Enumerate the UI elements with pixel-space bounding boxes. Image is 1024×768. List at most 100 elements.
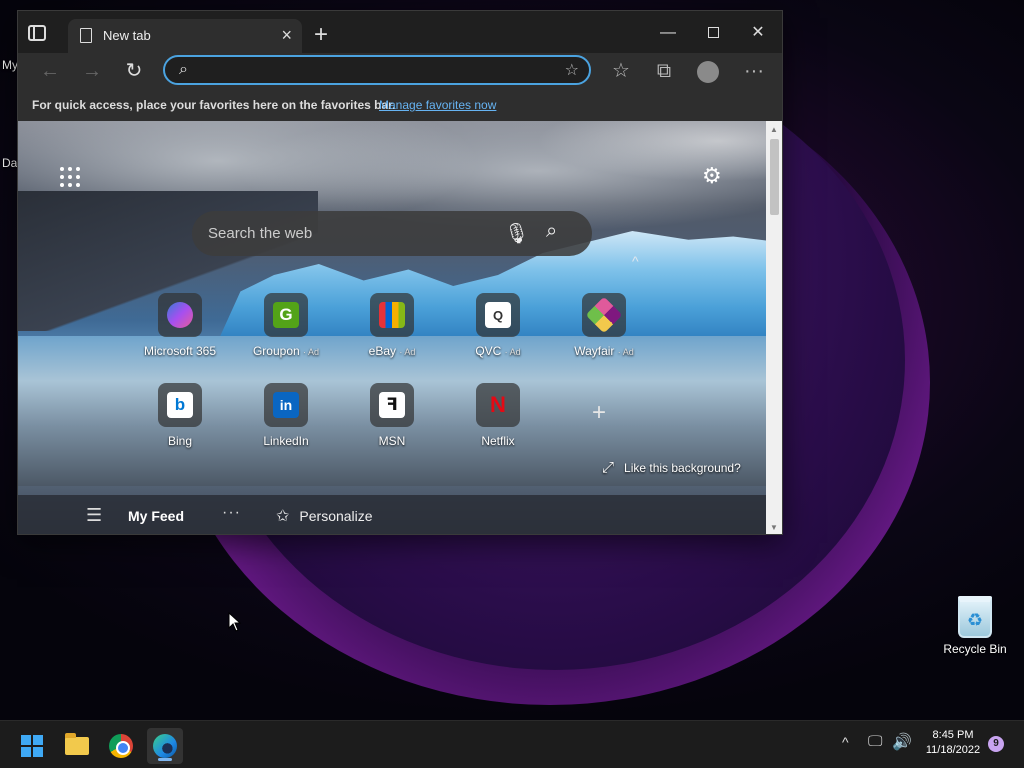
mouse-cursor	[228, 611, 242, 637]
quick-link-label: MSN	[378, 434, 406, 448]
quick-link-label: eBay	[368, 344, 396, 358]
clock-date: 11/18/2022	[925, 744, 981, 756]
tab-title: New tab	[103, 28, 151, 43]
like-background-link[interactable]: ⤢ Like this background?	[602, 459, 741, 476]
avatar	[697, 60, 719, 83]
feed-more-button[interactable]: ···	[222, 504, 241, 522]
close-tab-icon[interactable]: ×	[281, 25, 292, 46]
microsoft-365-icon	[167, 302, 193, 328]
quick-link-linkedin[interactable]: in LinkedIn	[236, 383, 336, 448]
chevron-up-icon[interactable]: ^	[632, 253, 639, 269]
page-icon	[80, 28, 92, 43]
network-icon[interactable]: 🖵	[868, 733, 882, 750]
groupon-icon: G	[273, 302, 299, 328]
microphone-icon[interactable]: 🎙	[504, 221, 529, 246]
quick-link-bing[interactable]: b Bing	[130, 383, 230, 448]
chrome-icon	[109, 734, 133, 758]
ad-badge: · Ad	[399, 347, 416, 357]
quick-link-msn[interactable]: ꟻ MSN	[342, 383, 442, 448]
wayfair-icon	[585, 296, 623, 334]
expand-icon: ⤢	[602, 459, 615, 476]
clock-time: 8:45 PM	[932, 729, 974, 741]
bing-icon: b	[167, 392, 193, 418]
notification-badge[interactable]: 9	[988, 736, 1004, 752]
quick-link-ebay[interactable]: eBay · Ad	[342, 293, 442, 358]
navigation-toolbar: ← → ↻ ⌕ ☆ ☆ ⧉ ···	[18, 53, 782, 89]
add-favorite-icon[interactable]: ☆	[565, 60, 579, 80]
edge-icon	[153, 734, 177, 758]
new-tab-page: ⚙ Search the web 🎙 ⌕ ^ Microsoft 365 G G…	[18, 121, 766, 534]
quick-link-label: LinkedIn	[263, 434, 309, 448]
close-window-button[interactable]: ✕	[736, 19, 780, 47]
volume-icon[interactable]: 🔊	[892, 732, 912, 752]
forward-button[interactable]: →	[74, 53, 110, 89]
add-quick-link-button[interactable]: +	[592, 399, 606, 427]
ad-badge: · Ad	[303, 347, 320, 357]
quick-link-groupon[interactable]: G Groupon · Ad	[236, 293, 336, 358]
quick-link-label: Groupon	[252, 344, 300, 358]
ad-badge: · Ad	[617, 347, 634, 357]
manage-favorites-link[interactable]: Manage favorites now	[379, 98, 496, 112]
quick-link-label: Netflix	[481, 434, 515, 448]
file-explorer-button[interactable]	[59, 728, 95, 764]
recycle-bin-label: Recycle Bin	[943, 642, 1007, 656]
msn-icon: ꟻ	[379, 392, 405, 418]
quick-link-label: Bing	[167, 434, 193, 448]
title-bar: New tab × + — ✕	[18, 11, 782, 53]
edge-browser-window: New tab × + — ✕ ← → ↻ ⌕ ☆ ☆ ⧉ ··· For qu…	[17, 10, 783, 535]
favorites-bar: For quick access, place your favorites h…	[18, 89, 782, 121]
desktop-icon-label-1[interactable]: My	[2, 58, 18, 72]
personalize-icon: ✩	[276, 508, 290, 525]
collections-button[interactable]: ⧉	[646, 53, 682, 89]
start-button[interactable]	[14, 728, 50, 764]
recycle-bin[interactable]: ♻ Recycle Bin	[940, 596, 1010, 656]
quick-link-netflix[interactable]: N Netflix	[448, 383, 548, 448]
quick-link-qvc[interactable]: Q QVC · Ad	[448, 293, 548, 358]
minimize-button[interactable]: —	[646, 19, 690, 47]
quick-link-microsoft-365[interactable]: Microsoft 365	[130, 293, 230, 358]
netflix-icon: N	[490, 392, 506, 417]
web-search-box[interactable]: Search the web 🎙 ⌕	[192, 211, 592, 256]
ad-badge: · Ad	[504, 347, 521, 357]
tab-actions-icon[interactable]	[28, 25, 46, 41]
scrollbar-thumb[interactable]	[770, 139, 779, 215]
recycle-bin-icon: ♻	[958, 596, 992, 638]
qvc-icon: Q	[485, 302, 511, 328]
personalize-label: Personalize	[299, 508, 373, 524]
file-explorer-icon	[65, 733, 89, 755]
taskbar-clock[interactable]: 8:45 PM 11/18/2022	[920, 728, 986, 758]
show-hidden-icons-chevron-icon[interactable]: ^	[842, 734, 849, 750]
quick-link-label: Microsoft 365	[143, 344, 217, 358]
maximize-icon	[707, 27, 719, 39]
personalize-button[interactable]: ✩ Personalize	[276, 506, 373, 526]
feed-menu-icon[interactable]: ☰	[86, 505, 102, 526]
ebay-icon	[379, 302, 405, 328]
quick-link-label: QVC	[475, 344, 502, 358]
start-icon	[21, 735, 43, 757]
favorites-bar-message: For quick access, place your favorites h…	[32, 98, 396, 112]
search-icon[interactable]: ⌕	[546, 220, 557, 243]
maximize-button[interactable]	[691, 19, 735, 47]
back-button[interactable]: ←	[32, 53, 68, 89]
scroll-down-icon[interactable]: ▼	[770, 523, 778, 532]
new-tab-button[interactable]: +	[314, 21, 328, 49]
profile-button[interactable]	[690, 53, 726, 89]
quick-link-wayfair[interactable]: Wayfair · Ad	[554, 293, 654, 358]
tab-new-tab[interactable]: New tab ×	[68, 19, 302, 53]
page-scrollbar[interactable]: ▲ ▼	[766, 121, 782, 534]
favorites-button[interactable]: ☆	[603, 53, 639, 89]
search-icon: ⌕	[179, 61, 188, 78]
desktop-icon-label-2[interactable]: Da	[2, 156, 17, 170]
chrome-button[interactable]	[103, 728, 139, 764]
apps-launcher-icon[interactable]	[60, 167, 80, 187]
address-bar[interactable]: ⌕ ☆	[163, 55, 591, 85]
scroll-up-icon[interactable]: ▲	[770, 125, 778, 134]
like-background-label: Like this background?	[624, 461, 741, 475]
quick-link-label: Wayfair	[574, 344, 615, 358]
refresh-button[interactable]: ↻	[116, 53, 152, 89]
settings-and-more-button[interactable]: ···	[736, 53, 772, 89]
active-app-indicator	[158, 758, 172, 761]
feed-title[interactable]: My Feed	[128, 508, 184, 524]
page-settings-gear-icon[interactable]: ⚙	[702, 163, 722, 189]
web-search-placeholder: Search the web	[208, 225, 313, 242]
